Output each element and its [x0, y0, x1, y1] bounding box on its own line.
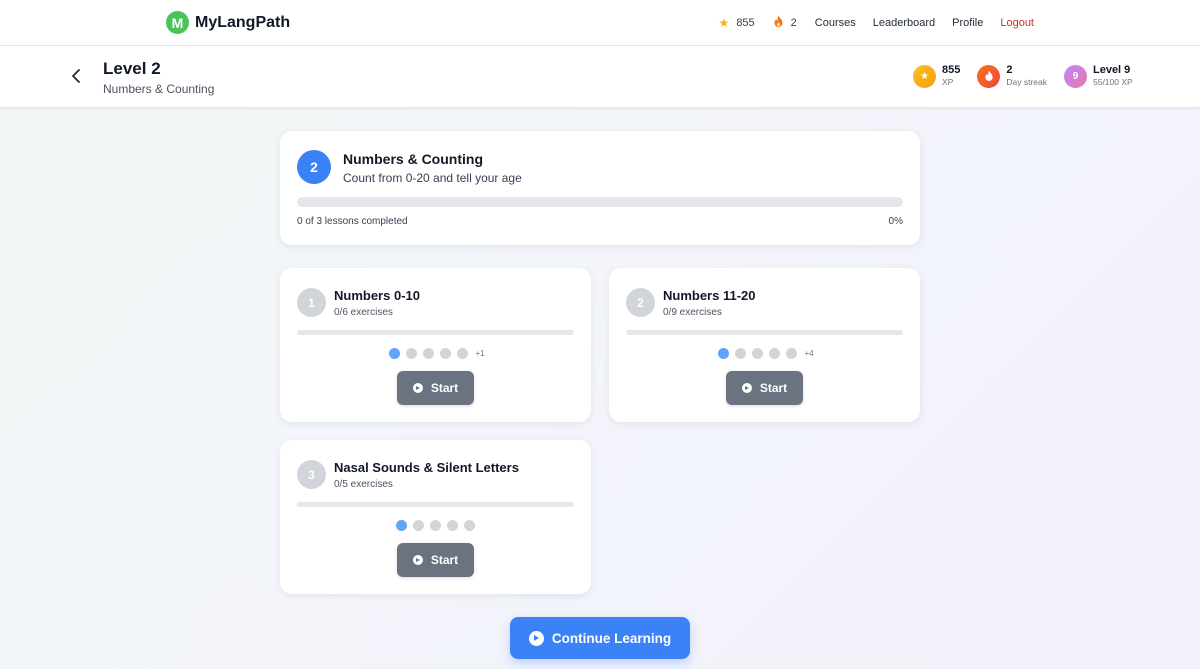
nav-xp-value: 855: [736, 17, 755, 29]
page-subtitle: Numbers & Counting: [103, 82, 215, 96]
level-badge: 9: [1063, 64, 1087, 88]
exercise-dot: [389, 348, 401, 359]
exercise-dots: +4: [609, 348, 920, 359]
lesson-title: Nasal Sounds & Silent Letters: [334, 460, 519, 475]
start-lesson-button[interactable]: Start: [397, 543, 474, 577]
lesson-exercises-count: 0/9 exercises: [663, 307, 722, 318]
level-progress-bar: [297, 197, 903, 207]
start-lesson-button[interactable]: Start: [726, 371, 803, 405]
streak-stat-value: 2: [1006, 64, 1013, 76]
lesson-progress-bar: [297, 330, 574, 335]
start-button-label: Start: [430, 553, 459, 567]
fire-icon: [977, 64, 1001, 88]
more-exercises-count: +1: [475, 349, 485, 358]
lesson-progress-bar: [297, 502, 574, 507]
level-stat: 9 Level 9 55/100 XP: [1063, 64, 1133, 88]
lesson-progress-bar: [626, 330, 903, 335]
exercise-dot: [752, 348, 764, 359]
level-number-badge: 2: [297, 150, 331, 184]
back-button[interactable]: [68, 66, 86, 86]
exercise-dot: [396, 520, 407, 531]
exercise-dots: [280, 520, 591, 531]
xp-stat-value: 855: [942, 64, 961, 76]
lesson-number-badge: 2: [626, 288, 655, 317]
brand[interactable]: M MyLangPath: [166, 11, 290, 34]
lesson-card[interactable]: 3 Nasal Sounds & Silent Letters 0/5 exer…: [280, 440, 591, 594]
fire-icon: [773, 15, 784, 31]
level-summary-card: 2 Numbers & Counting Count from 0-20 and…: [280, 131, 920, 245]
continue-learning-button[interactable]: Continue Learning: [510, 617, 690, 659]
exercise-dot: [440, 348, 452, 359]
lesson-exercises-count: 0/6 exercises: [334, 307, 393, 318]
lesson-title: Numbers 11-20: [663, 288, 756, 303]
star-icon: ★: [913, 64, 936, 88]
lesson-number-badge: 1: [297, 288, 326, 317]
exercise-dot: [423, 348, 435, 359]
level-header: Level 2 Numbers & Counting ★ 855 XP 2 Da…: [0, 46, 1200, 108]
exercise-dot: [786, 348, 798, 359]
play-icon: [412, 555, 423, 565]
top-navbar: M MyLangPath ★ 855 2 Courses Leaderboard…: [0, 0, 1200, 46]
exercise-dot: [430, 520, 441, 531]
xp-stat: ★ 855 XP: [913, 64, 960, 88]
lessons-completed-text: 0 of 3 lessons completed: [297, 216, 408, 227]
play-icon: [412, 383, 423, 393]
play-icon: [741, 383, 752, 393]
nav-link-profile[interactable]: Profile: [952, 17, 983, 29]
exercise-dot: [464, 520, 475, 531]
header-stats: ★ 855 XP 2 Day streak 9 Level 9 55/100 X…: [913, 64, 1150, 88]
streak-stat: 2 Day streak: [977, 64, 1047, 88]
nav-streak: 2: [773, 15, 797, 31]
nav-link-courses[interactable]: Courses: [815, 17, 856, 29]
exercise-dot: [413, 520, 424, 531]
nav-link-leaderboard[interactable]: Leaderboard: [873, 17, 935, 29]
nav-xp: ★ 855: [719, 16, 755, 30]
lesson-card[interactable]: 2 Numbers 11-20 0/9 exercises +4 Start: [609, 268, 920, 422]
exercise-dot: [735, 348, 747, 359]
exercise-dot: [406, 348, 418, 359]
start-lesson-button[interactable]: Start: [397, 371, 474, 405]
logout-link[interactable]: Logout: [1000, 17, 1034, 29]
lesson-exercises-count: 0/5 exercises: [334, 479, 393, 490]
level-stat-progress: 55/100 XP: [1092, 77, 1133, 87]
continue-learning-label: Continue Learning: [551, 630, 672, 646]
page-title: Level 2: [103, 59, 161, 78]
star-icon: ★: [718, 16, 730, 30]
lesson-title: Numbers 0-10: [334, 288, 420, 303]
lesson-number-badge: 3: [297, 460, 326, 489]
level-stat-value: Level 9: [1092, 64, 1131, 76]
brand-logo-icon: M: [166, 11, 189, 34]
exercise-dot: [769, 348, 781, 359]
summary-description: Count from 0-20 and tell your age: [343, 171, 522, 185]
nav-streak-value: 2: [790, 17, 797, 29]
exercise-dot: [718, 348, 730, 359]
exercise-dots: +1: [280, 348, 591, 359]
xp-stat-label: XP: [942, 77, 954, 87]
exercise-dot: [447, 520, 458, 531]
exercise-dot: [457, 348, 469, 359]
chevron-left-icon: [72, 69, 80, 83]
progress-percent: 0%: [888, 216, 903, 227]
brand-name: MyLangPath: [195, 13, 291, 31]
summary-title: Numbers & Counting: [343, 151, 483, 167]
start-button-label: Start: [430, 381, 459, 395]
start-button-label: Start: [759, 381, 788, 395]
nav-right: ★ 855 2 Courses Leaderboard Profile Logo…: [719, 15, 1034, 31]
play-icon: [528, 630, 544, 646]
streak-stat-label: Day streak: [1006, 77, 1047, 87]
lesson-card[interactable]: 1 Numbers 0-10 0/6 exercises +1 Start: [280, 268, 591, 422]
more-exercises-count: +4: [804, 349, 814, 358]
